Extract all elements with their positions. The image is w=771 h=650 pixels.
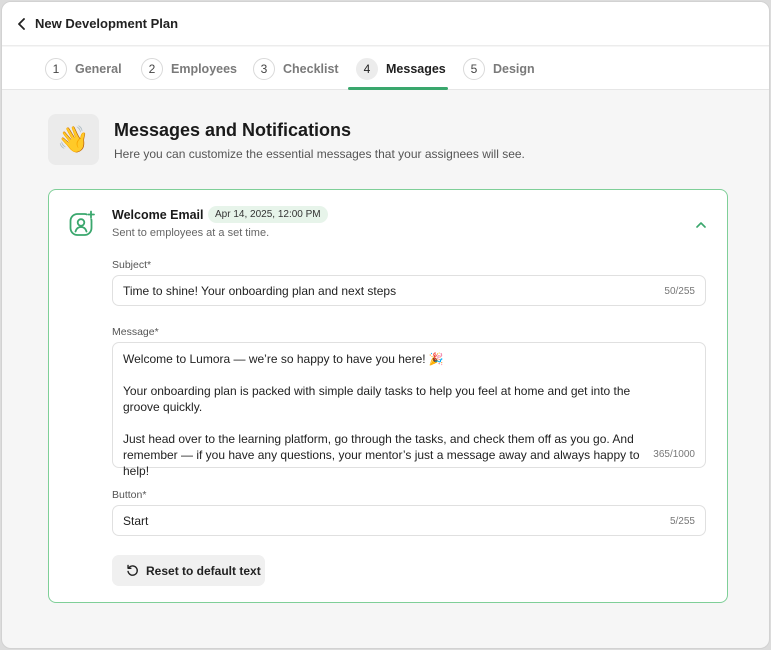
waving-hand-icon: 👋 bbox=[48, 114, 99, 165]
tab-design[interactable]: 5 Design bbox=[463, 47, 535, 90]
message-line: Just head over to the learning platform,… bbox=[123, 432, 640, 478]
subject-field[interactable]: Time to shine! Your onboarding plan and … bbox=[112, 275, 706, 306]
card-subtitle: Sent to employees at a set time. bbox=[112, 227, 270, 239]
tab-number: 2 bbox=[141, 57, 163, 80]
page-subtitle: Here you can customize the essential mes… bbox=[114, 147, 525, 161]
app-window: New Development Plan 1 General 2 Employe… bbox=[1, 1, 770, 649]
tab-messages[interactable]: 4 Messages bbox=[356, 47, 446, 90]
subject-value: Time to shine! Your onboarding plan and … bbox=[123, 284, 397, 298]
user-add-icon bbox=[68, 210, 96, 238]
tab-general[interactable]: 1 General bbox=[45, 47, 122, 90]
card-title: Welcome Email bbox=[112, 208, 204, 222]
message-line: Welcome to Lumora — we’re so happy to ha… bbox=[123, 352, 444, 366]
tab-label: General bbox=[75, 61, 122, 76]
tab-number: 3 bbox=[253, 57, 275, 80]
button-label: Button* bbox=[112, 489, 147, 501]
tab-employees[interactable]: 2 Employees bbox=[141, 47, 237, 90]
page-title: Messages and Notifications bbox=[114, 120, 352, 140]
tab-checklist[interactable]: 3 Checklist bbox=[253, 47, 339, 90]
tab-label: Design bbox=[493, 61, 535, 76]
chevron-up-icon[interactable] bbox=[694, 217, 708, 231]
button-text-value: Start bbox=[123, 514, 149, 528]
tab-label: Checklist bbox=[283, 61, 339, 76]
reset-to-default-button[interactable]: Reset to default text bbox=[112, 555, 265, 586]
subject-char-count: 50/255 bbox=[664, 286, 695, 297]
button-char-count: 5/255 bbox=[669, 516, 695, 527]
reset-label: Reset to default text bbox=[146, 563, 261, 578]
tab-label: Messages bbox=[386, 61, 446, 76]
tab-number: 4 bbox=[356, 57, 378, 80]
tab-number: 5 bbox=[463, 57, 485, 80]
window-title: New Development Plan bbox=[35, 16, 179, 31]
button-text-field[interactable]: Start 5/255 bbox=[112, 505, 706, 536]
tab-number: 1 bbox=[45, 57, 67, 80]
message-label: Message* bbox=[112, 326, 159, 338]
welcome-email-card: Welcome Email Apr 14, 2025, 12:00 PM Sen… bbox=[48, 189, 728, 603]
message-line: Your onboarding plan is packed with simp… bbox=[123, 384, 631, 414]
schedule-date-badge: Apr 14, 2025, 12:00 PM bbox=[208, 206, 328, 223]
reset-icon bbox=[127, 564, 138, 576]
active-tab-indicator bbox=[348, 87, 448, 90]
tab-label: Employees bbox=[171, 61, 238, 76]
step-tabs: 1 General 2 Employees 3 Checklist 4 Mess… bbox=[2, 47, 769, 90]
subject-label: Subject* bbox=[112, 259, 152, 271]
back-arrow-icon[interactable] bbox=[14, 16, 30, 32]
message-textarea[interactable]: Welcome to Lumora — we’re so happy to ha… bbox=[112, 342, 706, 478]
message-char-count: 365/1000 bbox=[653, 449, 695, 460]
message-text: Welcome to Lumora — we’re so happy to ha… bbox=[123, 351, 663, 479]
top-bar: New Development Plan bbox=[2, 2, 769, 46]
